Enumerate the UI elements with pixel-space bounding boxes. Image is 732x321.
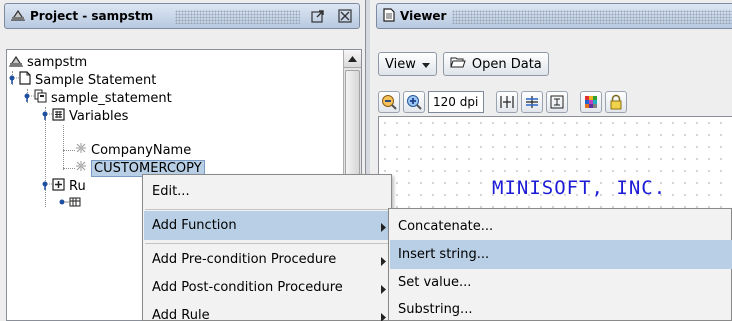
context-menu: Edit... Add Function Add Pre-condition P… (142, 174, 392, 321)
expand-toggle-icon[interactable] (7, 71, 19, 89)
menu-item-label: Edit... (152, 184, 190, 199)
variable-icon (75, 160, 87, 176)
tree-node-label: Variables (69, 108, 129, 124)
tree-node-label: sample_statement (51, 90, 172, 106)
submenu-arrow-icon (381, 255, 386, 270)
color-palette-icon[interactable] (580, 91, 602, 113)
form-pages-icon (34, 89, 47, 107)
chevron-down-icon (421, 57, 430, 72)
zoom-out-icon[interactable] (378, 91, 400, 113)
menu-item-label: Substring... (398, 302, 473, 317)
dpi-field[interactable]: 120 dpi (428, 91, 484, 113)
scroll-up-arrow-icon[interactable] (344, 50, 361, 68)
submenu-arrow-icon (381, 221, 386, 236)
tree-node-label: Sample Statement (35, 72, 157, 88)
menu-item-insert-string[interactable]: Insert string... (390, 240, 732, 269)
maximize-icon[interactable] (309, 7, 327, 25)
function-submenu: Concatenate... Insert string... Set valu… (388, 208, 732, 321)
fit-height-icon[interactable] (521, 91, 543, 113)
tree-node-label: Ru (69, 178, 86, 194)
tree-node-rule-child[interactable] (57, 195, 81, 213)
menu-item-label: Add Post-condition Procedure (152, 280, 343, 295)
viewer-toolbar-top: View Open Data (378, 52, 549, 76)
project-title-bar[interactable]: Project - sampstm (4, 3, 360, 29)
open-data-label: Open Data (471, 56, 542, 72)
menu-item-label: Insert string... (398, 247, 490, 262)
tree-node-companyname[interactable]: CompanyName (75, 141, 191, 159)
menu-item-substring[interactable]: Substring... (390, 295, 732, 321)
menu-separator (145, 209, 389, 210)
project-icon (10, 8, 26, 24)
variable-icon (75, 142, 87, 158)
tree-node-label: CompanyName (91, 142, 192, 158)
viewer-panel-title: Viewer (400, 9, 447, 23)
tree-connector (63, 150, 75, 151)
submenu-arrow-icon (381, 311, 386, 321)
project-icon (8, 54, 24, 71)
menu-item-label: Set value... (398, 275, 472, 290)
rule-table-icon (69, 196, 81, 212)
menu-item-add-post-condition[interactable]: Add Post-condition Procedure (144, 273, 390, 302)
project-panel-title: Project - sampstm (30, 9, 154, 23)
title-grip (452, 10, 732, 24)
collapse-toggle-icon[interactable] (57, 195, 69, 213)
viewer-title-bar[interactable]: Viewer (376, 3, 732, 29)
menu-item-label: Concatenate... (398, 219, 494, 234)
rules-icon (52, 177, 65, 195)
submenu-arrow-icon (381, 283, 386, 298)
tree-node-sample-statement-form[interactable]: sample_statement (22, 89, 172, 107)
menu-item-label: Add Rule (152, 308, 210, 321)
tree-node-sampstm[interactable]: sampstm (8, 53, 88, 71)
document-icon (383, 7, 395, 25)
open-data-button[interactable]: Open Data (442, 52, 549, 76)
variables-table-icon (52, 107, 65, 125)
fit-width-icon[interactable] (496, 91, 518, 113)
viewer-toolbar-bottom: 120 dpi (378, 91, 627, 113)
expand-toggle-icon[interactable] (40, 107, 52, 125)
menu-item-edit[interactable]: Edit... (144, 177, 390, 206)
view-dropdown-button[interactable]: View (378, 52, 437, 76)
tree-node-label: sampstm (27, 54, 88, 70)
menu-item-add-rule[interactable]: Add Rule (144, 301, 390, 321)
tree-node-rules[interactable]: Ru (40, 177, 86, 195)
title-grip (175, 10, 300, 24)
report-company-text: MINISOFT, INC. (492, 177, 667, 199)
menu-item-add-pre-condition[interactable]: Add Pre-condition Procedure (144, 245, 390, 274)
tree-node-sample-statement[interactable]: Sample Statement (7, 71, 156, 89)
menu-item-add-function[interactable]: Add Function (144, 211, 390, 240)
zoom-in-icon[interactable] (403, 91, 425, 113)
menu-item-label: Add Function (152, 218, 237, 233)
fit-page-icon[interactable] (546, 91, 568, 113)
expand-toggle-icon[interactable] (40, 177, 52, 195)
expand-toggle-icon[interactable] (22, 89, 34, 107)
lock-icon[interactable] (605, 91, 627, 113)
tree-connector (63, 125, 64, 170)
menu-separator (145, 243, 389, 244)
menu-item-label: Add Pre-condition Procedure (152, 252, 337, 267)
document-icon (19, 71, 31, 89)
menu-item-concatenate[interactable]: Concatenate... (390, 212, 732, 241)
tree-connector (63, 168, 75, 169)
folder-open-icon (450, 56, 466, 72)
tree-node-variables[interactable]: Variables (40, 107, 128, 125)
close-icon[interactable] (336, 7, 354, 25)
menu-item-set-value[interactable]: Set value... (390, 268, 732, 297)
view-button-label: View (385, 56, 416, 72)
